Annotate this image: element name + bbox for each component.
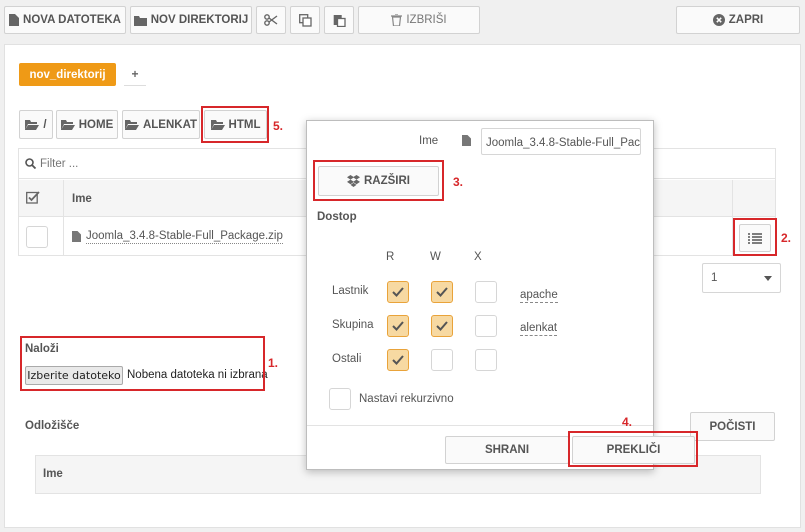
owner-user-link[interactable]: apache xyxy=(520,288,558,303)
delete-label: IZBRIŠI xyxy=(406,14,447,26)
clear-clipboard-button[interactable]: POČISTI xyxy=(690,412,775,441)
annotation-2: 2. xyxy=(781,231,792,245)
owner-write-checkbox[interactable] xyxy=(431,281,453,303)
annotation-3: 3. xyxy=(453,175,464,189)
file-icon xyxy=(462,135,471,146)
others-execute-checkbox[interactable] xyxy=(475,349,497,371)
paste-icon xyxy=(333,14,346,27)
annotation-box-4 xyxy=(568,431,698,467)
breadcrumb-home-label: HOME xyxy=(78,118,114,131)
checkmark-icon xyxy=(392,321,404,331)
others-write-checkbox[interactable] xyxy=(431,349,453,371)
col-r-header: R xyxy=(386,251,395,263)
cut-button[interactable] xyxy=(256,6,286,34)
group-label: Skupina xyxy=(332,319,374,331)
annotation-box-3 xyxy=(313,160,444,201)
annotation-box-2 xyxy=(733,218,777,256)
name-column-header[interactable]: Ime xyxy=(72,193,92,205)
copy-button[interactable] xyxy=(290,6,320,34)
file-icon xyxy=(72,231,81,242)
owner-label: Lastnik xyxy=(332,285,369,297)
checkmark-icon xyxy=(392,287,404,297)
clipboard-title: Odložišče xyxy=(25,420,80,432)
new-file-label: NOVA DATOTEKA xyxy=(23,14,121,26)
clear-clipboard-label: POČISTI xyxy=(709,420,756,433)
scissors-icon xyxy=(264,14,278,26)
group-user-link[interactable]: alenkat xyxy=(520,321,558,336)
close-icon xyxy=(712,14,725,26)
close-label: ZAPRI xyxy=(728,14,764,26)
copy-icon xyxy=(298,13,312,27)
clipboard-name-header: Ime xyxy=(43,468,63,480)
others-read-checkbox[interactable] xyxy=(387,349,409,371)
col-x-header: X xyxy=(474,251,482,263)
folder-open-icon xyxy=(60,120,75,130)
others-label: Ostali xyxy=(332,353,362,365)
owner-read-checkbox[interactable] xyxy=(387,281,409,303)
owner-execute-checkbox[interactable] xyxy=(475,281,497,303)
dialog-name-field[interactable]: Joomla_3.4.8-Stable-Full_Package.zip xyxy=(481,128,641,155)
file-name-link[interactable]: Joomla_3.4.8-Stable-Full_Package.zip xyxy=(86,230,283,244)
page-select-value: 1 xyxy=(711,272,718,284)
dialog-name-label: Ime xyxy=(419,135,439,147)
breadcrumb-alenkat[interactable]: ALENKAT xyxy=(122,110,200,139)
page-select[interactable]: 1 xyxy=(702,263,781,293)
filter-input[interactable] xyxy=(40,157,240,170)
dialog-footer-divider xyxy=(307,425,653,426)
new-directory-button[interactable]: NOV DIREKTORIJ xyxy=(130,6,252,34)
checkmark-icon xyxy=(392,355,404,365)
search-icon xyxy=(25,158,36,169)
annotation-1: 1. xyxy=(268,356,279,370)
annotation-box-5 xyxy=(201,106,269,143)
new-directory-label: NOV DIREKTORIJ xyxy=(150,14,249,26)
folder-open-icon xyxy=(124,120,139,130)
breadcrumb-alenkat-label: ALENKAT xyxy=(142,118,198,131)
folder-open-icon xyxy=(25,120,40,130)
tab-nov-direktorij[interactable]: nov_direktorij xyxy=(19,63,116,86)
recursive-label: Nastavi rekurzivno xyxy=(359,393,454,405)
breadcrumb-root[interactable]: / xyxy=(19,110,53,139)
select-all-checkbox-icon[interactable] xyxy=(26,191,40,204)
breadcrumb-root-label: / xyxy=(43,118,47,131)
col-w-header: W xyxy=(430,251,441,263)
group-write-checkbox[interactable] xyxy=(431,315,453,337)
row-checkbox[interactable] xyxy=(26,226,48,248)
folder-icon xyxy=(133,15,147,26)
caret-down-icon xyxy=(764,275,772,281)
checkmark-icon xyxy=(436,321,448,331)
recursive-checkbox[interactable] xyxy=(329,388,351,410)
group-execute-checkbox[interactable] xyxy=(475,315,497,337)
access-title: Dostop xyxy=(317,211,357,223)
annotation-5: 5. xyxy=(273,119,284,133)
dialog-name-value: Joomla_3.4.8-Stable-Full_Package.zip xyxy=(486,137,641,149)
save-button[interactable]: SHRANI xyxy=(445,436,569,464)
close-button[interactable]: ZAPRI xyxy=(676,6,800,34)
annotation-4: 4. xyxy=(622,415,633,429)
checkmark-icon xyxy=(436,287,448,297)
add-tab-button[interactable]: + xyxy=(124,63,146,86)
new-file-button[interactable]: NOVA DATOTEKA xyxy=(4,6,126,34)
delete-button[interactable]: IZBRIŠI xyxy=(358,6,480,34)
trash-icon xyxy=(391,14,403,26)
save-label: SHRANI xyxy=(484,444,530,456)
breadcrumb-home[interactable]: HOME xyxy=(56,110,118,139)
paste-button[interactable] xyxy=(324,6,354,34)
annotation-box-1 xyxy=(20,336,265,391)
file-icon xyxy=(9,14,20,26)
group-read-checkbox[interactable] xyxy=(387,315,409,337)
